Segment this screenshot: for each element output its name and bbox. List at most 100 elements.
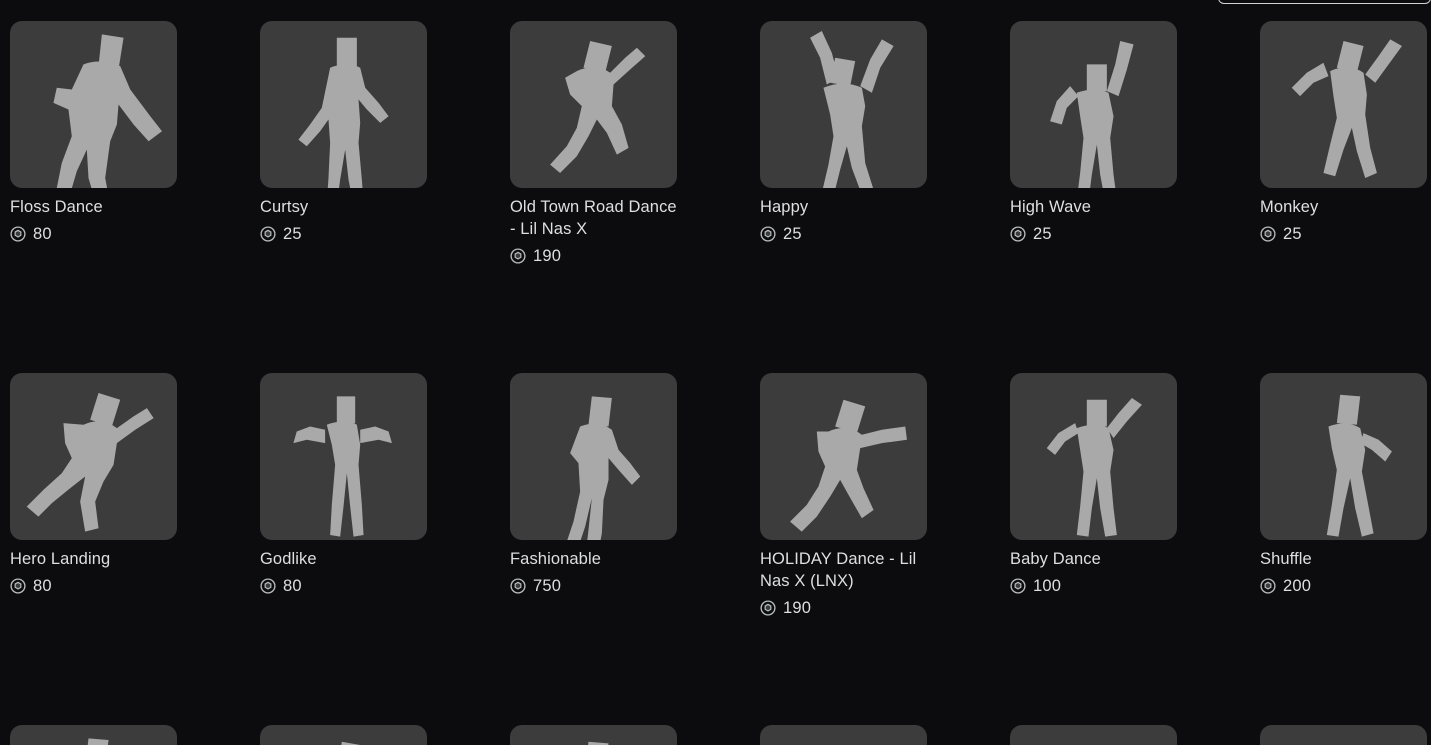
emote-card[interactable] (760, 725, 927, 745)
emote-meta: Shuffle 200 (1260, 540, 1427, 594)
emote-thumbnail[interactable] (260, 21, 427, 188)
emote-card[interactable]: Shuffle 200 (1260, 373, 1427, 616)
emote-price-row: 750 (510, 578, 677, 595)
emote-meta: Hero Landing 80 (10, 540, 177, 594)
emote-card[interactable]: Old Town Road Dance - Lil Nas X 190 (510, 21, 677, 264)
vbucks-icon (1010, 226, 1026, 242)
emote-price: 100 (1033, 576, 1062, 595)
emote-silhouette-icon (760, 725, 927, 745)
vbucks-icon (260, 226, 276, 242)
emote-card[interactable] (260, 725, 427, 745)
vbucks-icon (1260, 578, 1276, 594)
vbucks-icon (10, 578, 26, 594)
emote-thumbnail[interactable] (510, 21, 677, 188)
vbucks-icon (1010, 578, 1026, 594)
emote-card[interactable]: Floss Dance 80 (10, 21, 177, 264)
emote-card[interactable]: Monkey 25 (1260, 21, 1427, 264)
emote-thumbnail[interactable] (10, 21, 177, 188)
emote-card[interactable]: Godlike 80 (260, 373, 427, 616)
overflow-panel[interactable] (1218, 0, 1431, 4)
emote-price-row: 25 (760, 226, 927, 243)
emote-silhouette-icon (1050, 41, 1134, 188)
emote-grid: Floss Dance 80 Curtsy 25 Old Town Road Dance… (10, 21, 1431, 745)
emote-price-row: 25 (1010, 226, 1177, 243)
emote-card[interactable]: High Wave 25 (1010, 21, 1177, 264)
emote-price: 25 (283, 224, 302, 243)
emote-name: Happy (760, 198, 809, 216)
emote-card[interactable] (1010, 725, 1177, 745)
emote-thumbnail[interactable] (760, 21, 927, 188)
emote-price-row: 190 (510, 248, 677, 265)
emote-thumbnail[interactable] (760, 725, 927, 745)
emote-price: 25 (783, 224, 802, 243)
vbucks-icon (510, 248, 526, 264)
emote-card[interactable] (1260, 725, 1427, 745)
emote-silhouette-icon (810, 31, 894, 188)
emote-meta: Fashionable 750 (510, 540, 677, 594)
emote-thumbnail[interactable] (10, 373, 177, 541)
vbucks-icon (10, 226, 26, 242)
emote-meta: Old Town Road Dance - Lil Nas X 190 (510, 188, 677, 264)
emote-name: Curtsy (260, 198, 309, 216)
emote-thumbnail[interactable] (1010, 373, 1177, 541)
emote-silhouette-icon (550, 41, 646, 173)
emote-meta: Curtsy 25 (260, 188, 427, 242)
emote-silhouette-icon (87, 738, 109, 745)
emote-meta: Floss Dance 80 (10, 188, 177, 242)
emote-card[interactable]: Happy 25 (760, 21, 927, 264)
emote-card[interactable]: Baby Dance 100 (1010, 373, 1177, 616)
emote-meta: Monkey 25 (1260, 188, 1427, 242)
emote-price: 190 (783, 598, 812, 617)
emote-card[interactable]: Fashionable 750 (510, 373, 677, 616)
vbucks-icon (1260, 226, 1276, 242)
emote-silhouette-icon (1291, 39, 1402, 178)
emote-name: Godlike (260, 550, 317, 569)
emote-name: HOLIDAY Dance - Lil Nas X (LNX) (760, 550, 917, 590)
emote-name: Old Town Road Dance - Lil Nas X (510, 198, 677, 238)
emote-price: 80 (33, 576, 52, 595)
emote-meta: HOLIDAY Dance - Lil Nas X (LNX) 190 (760, 540, 927, 616)
emote-silhouette-icon (567, 396, 641, 541)
emote-card[interactable]: Hero Landing 80 (10, 373, 177, 616)
emote-silhouette-icon (1326, 394, 1392, 537)
emote-thumbnail[interactable] (510, 373, 677, 541)
emote-card[interactable]: Curtsy 25 (260, 21, 427, 264)
emote-price-row: 25 (1260, 226, 1427, 243)
emote-thumbnail[interactable] (1010, 725, 1177, 745)
vbucks-icon (760, 600, 776, 616)
emote-thumbnail[interactable] (260, 373, 427, 541)
emote-card[interactable] (10, 725, 177, 745)
emote-thumbnail[interactable] (1260, 373, 1427, 541)
emote-name: Baby Dance (1010, 550, 1101, 569)
emote-price-row: 80 (10, 578, 177, 595)
emote-thumbnail[interactable] (260, 725, 427, 745)
emote-silhouette-icon (1010, 725, 1177, 745)
emote-thumbnail[interactable] (10, 725, 177, 745)
emote-silhouette-icon (341, 741, 360, 745)
emote-locker-page: Floss Dance 80 Curtsy 25 Old Town Road Dance… (0, 0, 1431, 745)
emote-silhouette-icon (53, 34, 162, 188)
emote-thumbnail[interactable] (760, 373, 927, 541)
emote-thumbnail[interactable] (510, 725, 677, 745)
emote-silhouette-icon (26, 393, 154, 532)
emote-thumbnail[interactable] (1260, 725, 1427, 745)
emote-meta: High Wave 25 (1010, 188, 1177, 242)
emote-card[interactable] (510, 725, 677, 745)
emote-name: Monkey (1260, 198, 1319, 216)
emote-price-row: 190 (760, 600, 927, 617)
emote-card[interactable]: HOLIDAY Dance - Lil Nas X (LNX) 190 (760, 373, 927, 616)
vbucks-icon (260, 578, 276, 594)
emote-thumbnail[interactable] (1260, 21, 1427, 188)
emote-price-row: 80 (260, 578, 427, 595)
emote-price: 750 (533, 576, 562, 595)
vbucks-icon (760, 226, 776, 242)
emote-price: 200 (1283, 576, 1312, 595)
emote-name: Hero Landing (10, 550, 111, 569)
emote-silhouette-icon (298, 37, 389, 188)
emote-silhouette-icon (588, 741, 609, 745)
emote-name: Floss Dance (10, 198, 103, 216)
emote-meta: Baby Dance 100 (1010, 540, 1177, 594)
emote-name: High Wave (1010, 198, 1091, 216)
emote-thumbnail[interactable] (1010, 21, 1177, 188)
emote-price-row: 100 (1010, 578, 1177, 595)
